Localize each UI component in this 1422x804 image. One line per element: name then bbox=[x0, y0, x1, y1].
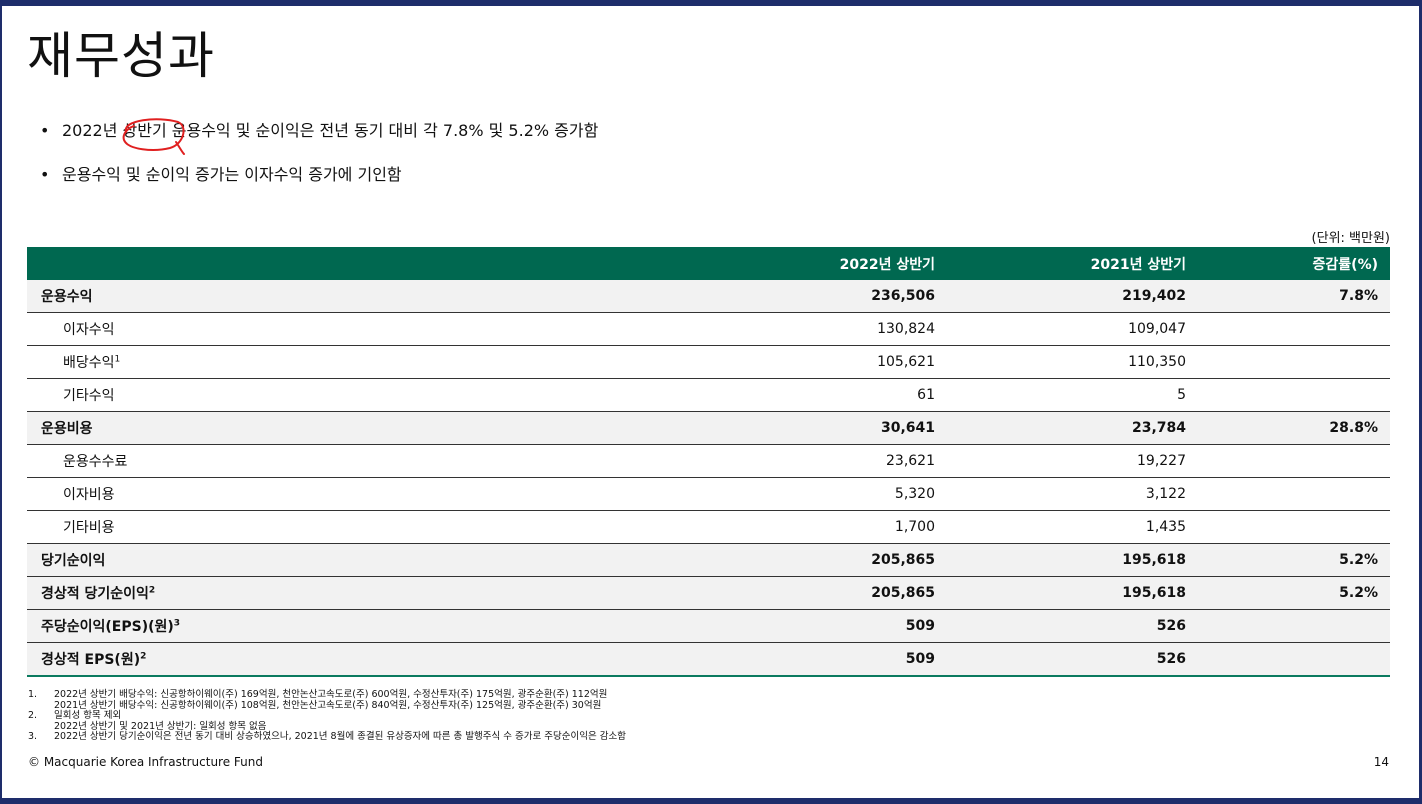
table-row: 운용수익 236,506 219,402 7.8% bbox=[27, 280, 1390, 313]
value-2022h1: 509 bbox=[663, 609, 935, 643]
row-label: 주당순이익(EPS)(원)3 bbox=[27, 609, 663, 643]
footnote-ref: 1 bbox=[114, 354, 121, 365]
value-2021h1: 526 bbox=[935, 642, 1186, 677]
value-2022h1: 205,865 bbox=[663, 543, 935, 577]
header-change-rate: 증감률(%) bbox=[1186, 247, 1390, 280]
value-2021h1: 195,618 bbox=[935, 576, 1186, 610]
value-2022h1: 1,700 bbox=[663, 510, 935, 544]
value-2022h1: 61 bbox=[663, 378, 935, 412]
value-2021h1: 1,435 bbox=[935, 510, 1186, 544]
table-row: 운용비용 30,641 23,784 28.8% bbox=[27, 411, 1390, 445]
table-row: 당기순이익 205,865 195,618 5.2% bbox=[27, 543, 1390, 577]
footnote-line: 3. 2022년 상반기 당기순이익은 전년 동기 대비 상승하였으나, 2021… bbox=[28, 731, 626, 743]
table-row: 기타비용 1,700 1,435 bbox=[27, 510, 1390, 544]
value-2021h1: 5 bbox=[935, 378, 1186, 412]
footnote-line: 1. 2022년 상반기 배당수익: 신공항하이웨이(주) 169억원, 천안논산… bbox=[28, 689, 608, 700]
value-2021h1: 110,350 bbox=[935, 345, 1186, 379]
value-change bbox=[1186, 510, 1390, 544]
value-change bbox=[1186, 312, 1390, 346]
copyright: © Macquarie Korea Infrastructure Fund bbox=[28, 755, 263, 769]
table-row: 배당수익1 105,621 110,350 bbox=[27, 345, 1390, 379]
table-row: 이자수익 130,824 109,047 bbox=[27, 312, 1390, 346]
table-row: 주당순이익(EPS)(원)3 509 526 bbox=[27, 609, 1390, 643]
value-change bbox=[1186, 642, 1390, 677]
footnote-ref: 2 bbox=[148, 585, 156, 596]
value-2021h1: 219,402 bbox=[935, 280, 1186, 313]
header-2022h1: 2022년 상반기 bbox=[663, 247, 935, 280]
row-label: 기타수익 bbox=[27, 378, 663, 412]
table-row: 운용수수료 23,621 19,227 bbox=[27, 444, 1390, 478]
value-2021h1: 3,122 bbox=[935, 477, 1186, 511]
table-row: 기타수익 61 5 bbox=[27, 378, 1390, 412]
value-2021h1: 19,227 bbox=[935, 444, 1186, 478]
footnotes: 1. 2022년 상반기 배당수익: 신공항하이웨이(주) 169억원, 천안논산… bbox=[28, 689, 626, 743]
value-2022h1: 509 bbox=[663, 642, 935, 677]
header-label-cell bbox=[27, 247, 663, 280]
footnote-ref: 2 bbox=[140, 651, 147, 662]
row-label: 기타비용 bbox=[27, 510, 663, 544]
table-row: 경상적 당기순이익2 205,865 195,618 5.2% bbox=[27, 576, 1390, 610]
financial-table: 2022년 상반기 2021년 상반기 증감률(%) 운용수익 236,506 … bbox=[27, 247, 1390, 677]
row-label: 이자수익 bbox=[27, 312, 663, 346]
value-2022h1: 30,641 bbox=[663, 411, 935, 445]
row-label: 운용수익 bbox=[27, 280, 663, 313]
value-2021h1: 23,784 bbox=[935, 411, 1186, 445]
value-2022h1: 5,320 bbox=[663, 477, 935, 511]
value-change: 28.8% bbox=[1186, 411, 1390, 445]
value-change bbox=[1186, 345, 1390, 379]
value-2022h1: 236,506 bbox=[663, 280, 935, 313]
table-header-row: 2022년 상반기 2021년 상반기 증감률(%) bbox=[27, 247, 1390, 280]
page-number: 14 bbox=[1373, 755, 1389, 769]
value-2022h1: 105,621 bbox=[663, 345, 935, 379]
value-change: 7.8% bbox=[1186, 280, 1390, 313]
header-2021h1: 2021년 상반기 bbox=[935, 247, 1186, 280]
row-label: 배당수익1 bbox=[27, 345, 663, 379]
row-label: 이자비용 bbox=[27, 477, 663, 511]
value-2022h1: 23,621 bbox=[663, 444, 935, 478]
row-label: 경상적 EPS(원)2 bbox=[27, 642, 663, 677]
row-label: 경상적 당기순이익2 bbox=[27, 576, 663, 610]
value-change: 5.2% bbox=[1186, 543, 1390, 577]
value-2021h1: 526 bbox=[935, 609, 1186, 643]
value-2022h1: 205,865 bbox=[663, 576, 935, 610]
value-2022h1: 130,824 bbox=[663, 312, 935, 346]
value-2021h1: 109,047 bbox=[935, 312, 1186, 346]
table-row: 이자비용 5,320 3,122 bbox=[27, 477, 1390, 511]
value-change bbox=[1186, 378, 1390, 412]
value-change bbox=[1186, 609, 1390, 643]
row-label: 운용비용 bbox=[27, 411, 663, 445]
row-label: 운용수수료 bbox=[27, 444, 663, 478]
value-change: 5.2% bbox=[1186, 576, 1390, 610]
unit-label: (단위: 백만원) bbox=[1311, 231, 1390, 246]
row-label: 당기순이익 bbox=[27, 543, 663, 577]
bullet-item: 운용수익 및 순이익 증가는 이자수익 증가에 기인함 bbox=[40, 164, 598, 186]
bullet-item: 2022년 상반기 운용수익 및 순이익은 전년 동기 대비 각 7.8% 및 … bbox=[40, 120, 598, 142]
bullet-list: 2022년 상반기 운용수익 및 순이익은 전년 동기 대비 각 7.8% 및 … bbox=[40, 120, 598, 208]
footnote-ref: 3 bbox=[173, 618, 181, 629]
value-change bbox=[1186, 444, 1390, 478]
page-title: 재무성과 bbox=[27, 27, 215, 85]
value-2021h1: 195,618 bbox=[935, 543, 1186, 577]
table-row: 경상적 EPS(원)2 509 526 bbox=[27, 642, 1390, 677]
value-change bbox=[1186, 477, 1390, 511]
